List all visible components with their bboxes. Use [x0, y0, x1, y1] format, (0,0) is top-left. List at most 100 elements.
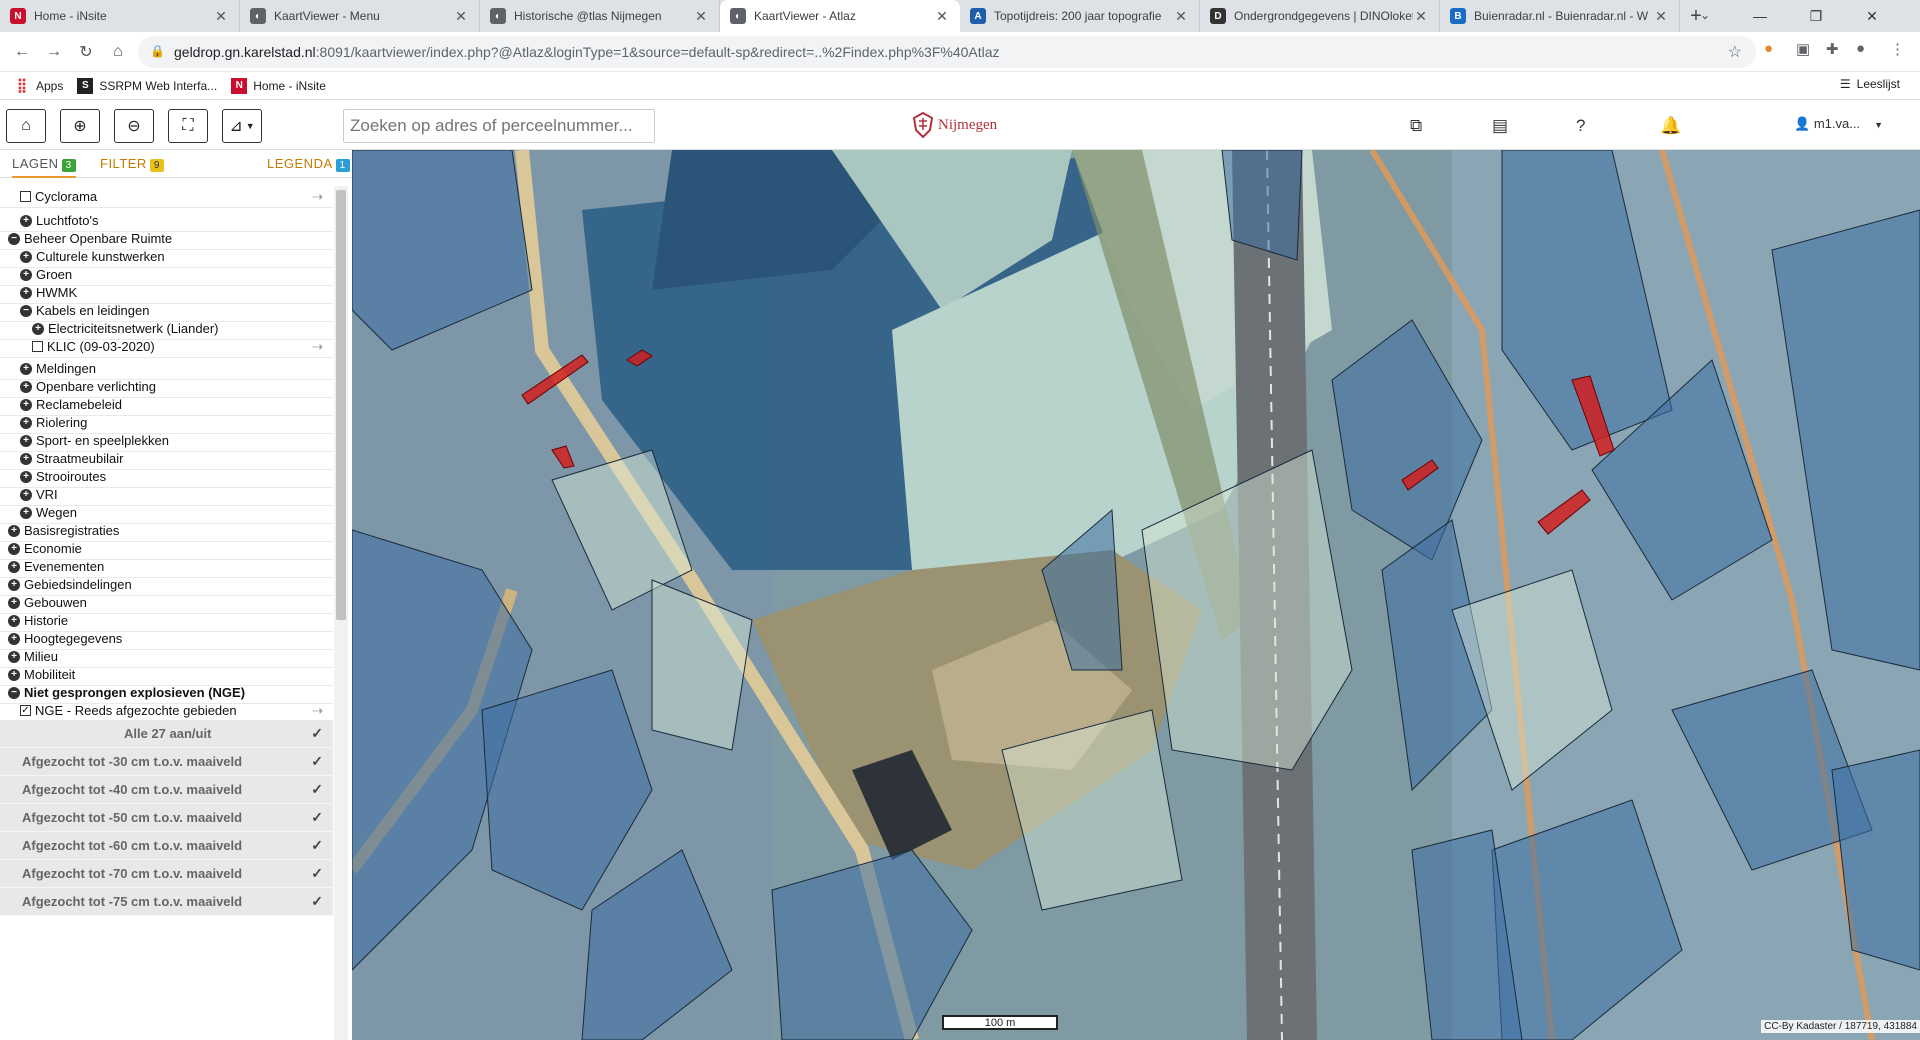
layer-row[interactable]: Cyclorama ⇢ [0, 186, 333, 208]
bookmark-ssrpm[interactable]: S SSRPM Web Interfa... [77, 77, 217, 94]
expand-icon[interactable]: + [8, 596, 20, 609]
url-input[interactable]: 🔒 geldrop.gn.karelstad.nl:8091/kaartview… [138, 36, 1756, 68]
expand-icon[interactable]: + [20, 214, 32, 227]
edit-external-icon[interactable]: ⧉ [1410, 116, 1422, 136]
expand-icon[interactable]: + [20, 416, 32, 429]
map-canvas[interactable] [352, 150, 1920, 1040]
expand-icon[interactable]: + [20, 488, 32, 501]
sublayer-row[interactable]: Afgezocht tot -30 cm t.o.v. maaiveld ✓ [0, 748, 333, 776]
aerial-map[interactable] [352, 150, 1920, 1040]
expand-icon[interactable]: + [8, 560, 20, 573]
measure-dropdown-button[interactable]: ⊿ ▼ [222, 109, 262, 143]
profile-icon[interactable]: ● [1856, 40, 1865, 57]
close-tab-icon[interactable]: ✕ [693, 8, 709, 25]
check-icon[interactable]: ✓ [311, 865, 323, 882]
collapse-icon[interactable]: − [8, 686, 20, 699]
bookmark-apps[interactable]: ⣿ Apps [14, 77, 64, 94]
pdf-icon[interactable]: ▤ [1492, 116, 1508, 136]
expand-icon[interactable]: + [20, 470, 32, 483]
sublayer-row[interactable]: Afgezocht tot -70 cm t.o.v. maaiveld ✓ [0, 860, 333, 888]
bookmark-insite[interactable]: N Home - iNsite [231, 77, 326, 94]
home-button[interactable]: ⌂ [6, 109, 46, 143]
check-icon[interactable]: ✓ [311, 893, 323, 910]
menu-dots-icon[interactable]: ⋮ [1890, 40, 1905, 58]
check-icon[interactable]: ✓ [311, 809, 323, 826]
zoom-out-button[interactable]: ⊖ [114, 109, 154, 143]
close-tab-icon[interactable]: ✕ [1173, 8, 1189, 25]
user-menu[interactable]: 👤 m1.va... ▼ [1794, 116, 1883, 132]
expand-icon[interactable]: + [8, 632, 20, 645]
close-tab-icon[interactable]: ✕ [934, 8, 950, 25]
sublayer-row[interactable]: Afgezocht tot -60 cm t.o.v. maaiveld ✓ [0, 832, 333, 860]
browser-tab[interactable]: B Buienradar.nl - Buienradar.nl - W ✕ [1440, 0, 1680, 32]
back-icon[interactable]: ← [6, 43, 38, 61]
reload-icon[interactable]: ↻ [70, 42, 102, 62]
expand-icon[interactable]: + [8, 650, 20, 663]
tab-lagen[interactable]: LAGEN 3 [12, 156, 76, 178]
bell-icon[interactable]: 🔔 [1660, 116, 1681, 136]
expand-icon[interactable]: + [8, 668, 20, 681]
checkbox-icon[interactable] [32, 341, 43, 352]
checkbox-icon[interactable] [20, 191, 31, 202]
collapse-icon[interactable]: − [20, 304, 32, 317]
home-icon[interactable]: ⌂ [102, 43, 134, 61]
puzzle-icon[interactable]: ✚ [1826, 40, 1839, 58]
expand-icon[interactable]: + [20, 250, 32, 263]
close-tab-icon[interactable]: ✕ [213, 8, 229, 25]
sublayer-row[interactable]: Afgezocht tot -40 cm t.o.v. maaiveld ✓ [0, 776, 333, 804]
maximize-icon[interactable]: ❐ [1788, 8, 1844, 25]
browser-tab[interactable]: A Topotijdreis: 200 jaar topografie ✕ [960, 0, 1200, 32]
expand-icon[interactable]: + [20, 380, 32, 393]
expand-icon[interactable]: + [20, 286, 32, 299]
forward-icon[interactable]: → [38, 43, 70, 61]
browser-tab[interactable]: ◐ KaartViewer - Menu ✕ [240, 0, 480, 32]
close-tab-icon[interactable]: ✕ [1653, 8, 1669, 25]
expand-icon[interactable]: + [8, 524, 20, 537]
sublayer-row[interactable]: Afgezocht tot -50 cm t.o.v. maaiveld ✓ [0, 804, 333, 832]
browser-tab[interactable]: ◐ Historische @tlas Nijmegen ✕ [480, 0, 720, 32]
close-tab-icon[interactable]: ✕ [1413, 8, 1429, 25]
reading-list[interactable]: ☰ Leeslijst [1840, 77, 1900, 91]
check-icon[interactable]: ✓ [311, 781, 323, 798]
tab-search-icon[interactable]: ⌄ [1700, 8, 1710, 22]
checkbox-checked-icon[interactable]: ✓ [20, 705, 31, 716]
bookmark-star-icon[interactable]: ☆ [1728, 42, 1742, 62]
extension-reader-icon[interactable]: ▣ [1796, 40, 1810, 58]
toggle-all-row[interactable]: Alle 27 aan/uit ✓ [0, 720, 333, 748]
expand-icon[interactable]: + [32, 322, 44, 335]
scrollbar-thumb[interactable] [336, 190, 346, 620]
zoom-in-button[interactable]: ⊕ [60, 109, 100, 143]
layer-info-icon[interactable]: ⇢ [312, 339, 323, 355]
layer-row[interactable]: ✓ NGE - Reeds afgezochte gebieden ⇢ [0, 700, 333, 722]
expand-icon[interactable]: + [20, 398, 32, 411]
expand-icon[interactable]: + [8, 578, 20, 591]
expand-icon[interactable]: + [20, 362, 32, 375]
collapse-icon[interactable]: − [8, 232, 20, 245]
help-icon[interactable]: ? [1576, 116, 1585, 136]
extension-icon[interactable]: ● [1764, 40, 1773, 57]
browser-tab[interactable]: ◐ KaartViewer - Atlaz ✕ [720, 0, 960, 32]
close-window-icon[interactable]: ✕ [1844, 8, 1900, 25]
layer-row[interactable]: KLIC (09-03-2020) ⇢ [0, 336, 333, 358]
panel-scrollbar[interactable] [334, 186, 348, 1040]
sublayer-row[interactable]: Afgezocht tot -75 cm t.o.v. maaiveld ✓ [0, 888, 333, 916]
expand-icon[interactable]: + [8, 542, 20, 555]
browser-tab[interactable]: N Home - iNsite ✕ [0, 0, 240, 32]
check-icon[interactable]: ✓ [311, 837, 323, 854]
tab-filter[interactable]: FILTER 9 [100, 156, 164, 172]
expand-icon[interactable]: + [20, 452, 32, 465]
expand-icon[interactable]: + [20, 506, 32, 519]
browser-tab[interactable]: D Ondergrondgegevens | DINOloket ✕ [1200, 0, 1440, 32]
tab-legenda[interactable]: LEGENDA 1 [267, 156, 350, 172]
expand-icon[interactable]: + [8, 614, 20, 627]
search-input[interactable] [343, 109, 655, 143]
layer-info-icon[interactable]: ⇢ [312, 189, 323, 205]
full-extent-button[interactable]: ⛶ [168, 109, 208, 143]
layer-info-icon[interactable]: ⇢ [312, 703, 323, 719]
check-icon[interactable]: ✓ [311, 753, 323, 770]
minimize-icon[interactable]: — [1732, 8, 1788, 24]
close-tab-icon[interactable]: ✕ [453, 8, 469, 25]
expand-icon[interactable]: + [20, 434, 32, 447]
check-icon[interactable]: ✓ [311, 725, 323, 742]
expand-icon[interactable]: + [20, 268, 32, 281]
